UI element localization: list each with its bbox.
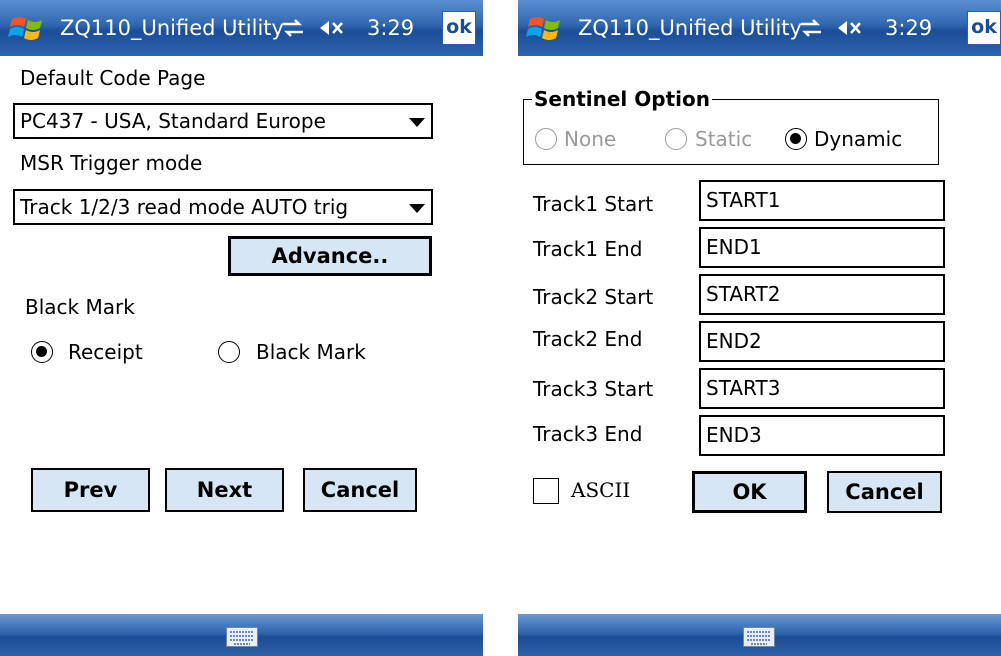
- sync-icon[interactable]: [799, 18, 823, 38]
- track1-end-field[interactable]: END1: [699, 227, 945, 268]
- static-radio[interactable]: [665, 128, 687, 150]
- keyboard-icon[interactable]: [743, 627, 775, 647]
- black-mark-radio-label: Black Mark: [256, 340, 366, 364]
- volume-muted-icon[interactable]: [319, 19, 345, 37]
- prev-button[interactable]: Prev: [31, 468, 150, 512]
- clock[interactable]: 3:29: [367, 0, 414, 56]
- volume-muted-icon[interactable]: [837, 19, 863, 37]
- dynamic-radio[interactable]: [785, 128, 807, 150]
- track3-start-field[interactable]: START3: [699, 368, 945, 409]
- advance-button[interactable]: Advance..: [228, 236, 432, 276]
- track1-end-label: Track1 End: [533, 237, 643, 261]
- app-title: ZQ110_Unified Utility: [60, 16, 284, 40]
- track1-start-field[interactable]: START1: [699, 180, 945, 221]
- next-button[interactable]: Next: [165, 468, 284, 512]
- track2-end-field[interactable]: END2: [699, 321, 945, 362]
- track3-end-field[interactable]: END3: [699, 415, 945, 456]
- title-bar: ZQ110_Unified Utility 3:29 ok: [518, 0, 1001, 56]
- cancel-button[interactable]: Cancel: [303, 468, 417, 512]
- code-page-label: Default Code Page: [20, 66, 206, 90]
- ok-button[interactable]: OK: [692, 471, 807, 513]
- bottom-menu-bar: [518, 614, 1001, 656]
- advanced-settings-screen: ZQ110_Unified Utility 3:29 ok Sentinel O…: [518, 0, 1001, 656]
- main-settings-screen: ZQ110_Unified Utility 3:29 ok Default Co…: [0, 0, 483, 656]
- receipt-radio-label: Receipt: [68, 340, 143, 364]
- track3-start-label: Track3 Start: [533, 377, 654, 401]
- msr-trigger-value: Track 1/2/3 read mode AUTO trig: [20, 195, 349, 219]
- track2-start-field[interactable]: START2: [699, 274, 945, 315]
- track2-end-label: Track2 End: [533, 327, 643, 351]
- windows-start-icon[interactable]: [8, 13, 48, 43]
- code-page-dropdown[interactable]: PC437 - USA, Standard Europe: [13, 103, 433, 139]
- msr-trigger-label: MSR Trigger mode: [20, 151, 203, 175]
- app-title: ZQ110_Unified Utility: [578, 16, 802, 40]
- code-page-value: PC437 - USA, Standard Europe: [20, 109, 326, 133]
- track3-end-label: Track3 End: [533, 422, 643, 446]
- sentinel-option-title: Sentinel Option: [532, 87, 712, 111]
- none-radio-label: None: [564, 127, 617, 151]
- static-radio-label: Static: [695, 127, 753, 151]
- track2-start-label: Track2 Start: [533, 285, 654, 309]
- receipt-radio[interactable]: [31, 341, 53, 363]
- title-bar: ZQ110_Unified Utility 3:29 ok: [0, 0, 483, 56]
- sync-icon[interactable]: [281, 18, 305, 38]
- title-ok-button[interactable]: ok: [967, 11, 1001, 45]
- clock[interactable]: 3:29: [885, 0, 932, 56]
- ascii-checkbox-label: ASCII: [571, 478, 631, 502]
- ascii-checkbox[interactable]: [533, 478, 559, 504]
- chevron-down-icon: [409, 204, 425, 213]
- track1-start-label: Track1 Start: [533, 192, 654, 216]
- bottom-menu-bar: [0, 614, 483, 656]
- msr-trigger-dropdown[interactable]: Track 1/2/3 read mode AUTO trig: [13, 189, 433, 225]
- cancel-button[interactable]: Cancel: [827, 471, 942, 513]
- title-ok-button[interactable]: ok: [442, 11, 476, 45]
- keyboard-icon[interactable]: [226, 627, 258, 647]
- none-radio[interactable]: [535, 128, 557, 150]
- windows-start-icon[interactable]: [526, 13, 566, 43]
- dynamic-radio-label: Dynamic: [814, 127, 903, 151]
- black-mark-label: Black Mark: [25, 295, 135, 319]
- chevron-down-icon: [409, 118, 425, 127]
- black-mark-radio[interactable]: [218, 341, 240, 363]
